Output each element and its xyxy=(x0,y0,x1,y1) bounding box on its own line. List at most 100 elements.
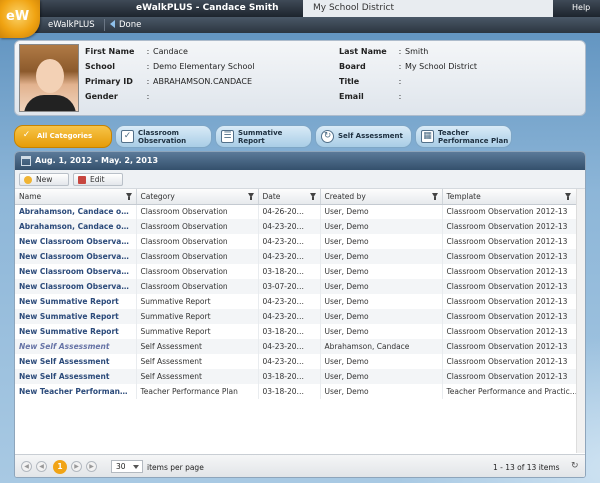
row-date: 04-23-2013 xyxy=(258,249,321,264)
school-label: School xyxy=(85,62,115,71)
table-row[interactable]: New Summative Report Summative Report 04-2… xyxy=(15,294,585,309)
board-field: Board: My School District xyxy=(339,62,478,71)
row-template: Classroom Observation 2012-13 xyxy=(442,309,585,324)
app-logo[interactable]: eW xyxy=(0,0,40,38)
email-field: Email: xyxy=(339,92,402,101)
table-row[interactable]: New Classroom Observation Classroom Obser… xyxy=(15,264,585,279)
tab-self-assessment[interactable]: ↻ Self Assessment xyxy=(315,125,412,148)
row-template: Classroom Observation 2012-13 xyxy=(442,204,585,219)
new-button[interactable]: New xyxy=(19,173,69,186)
grid-toolbar: New Edit xyxy=(15,170,585,189)
row-date: 04-23-2013 xyxy=(258,234,321,249)
row-name-link[interactable]: New Classroom Observation xyxy=(15,234,137,249)
table-row[interactable]: New Classroom Observation Classroom Obser… xyxy=(15,249,585,264)
prev-page-icon[interactable]: ◀ xyxy=(36,461,47,472)
row-name-link[interactable]: New Classroom Observation xyxy=(15,279,137,294)
table-row[interactable]: Abrahamson, Candace on A... Classroom Obs… xyxy=(15,219,585,234)
page-size-select[interactable]: 30 xyxy=(111,460,143,473)
filter-icon[interactable] xyxy=(431,193,438,200)
email-label: Email xyxy=(339,92,364,101)
profile-card: First Name: Candace School: Demo Elementar… xyxy=(14,40,586,116)
row-category: Classroom Observation xyxy=(136,219,259,234)
row-template: Classroom Observation 2012-13 xyxy=(442,279,585,294)
pager: ◀ ◀ 1 ▶ ▶ 30 items per page 1 - 13 of 13… xyxy=(15,454,585,477)
next-page-icon[interactable]: ▶ xyxy=(71,461,82,472)
column-header-date[interactable]: Date xyxy=(258,189,321,205)
date-range-header[interactable]: Aug. 1, 2012 - May. 2, 2013 xyxy=(15,152,585,170)
table-row[interactable]: New Summative Report Summative Report 03-1… xyxy=(15,324,585,339)
current-page[interactable]: 1 xyxy=(53,460,67,474)
row-name-link[interactable]: New Self Assessment xyxy=(15,354,137,369)
row-date: 03-18-2013 xyxy=(258,384,321,399)
title-field: Title: xyxy=(339,77,402,86)
row-date: 03-18-2013 xyxy=(258,324,321,339)
help-link[interactable]: Help xyxy=(572,3,590,12)
row-created-by: User, Demo xyxy=(320,369,443,384)
filter-icon[interactable] xyxy=(309,193,316,200)
row-template: Teacher Performance and Practice ... xyxy=(442,384,585,399)
row-name-link[interactable]: Abrahamson, Candace on A... xyxy=(15,219,137,234)
row-name-link[interactable]: New Summative Report xyxy=(15,309,137,324)
row-name-link[interactable]: New Summative Report xyxy=(15,324,137,339)
tab-summative-report[interactable]: ☰ Summative Report xyxy=(215,125,312,148)
column-header-template[interactable]: Template xyxy=(442,189,585,205)
row-date: 03-18-2013 xyxy=(258,369,321,384)
district-tab[interactable]: My School District xyxy=(303,0,553,17)
row-name-link[interactable]: New Classroom Observation xyxy=(15,249,137,264)
calendar-icon xyxy=(21,156,31,166)
filter-icon[interactable] xyxy=(564,193,571,200)
app-name: eWalkPLUS xyxy=(48,20,95,30)
row-category: Classroom Observation xyxy=(136,279,259,294)
row-name-link[interactable]: New Classroom Observation xyxy=(15,264,137,279)
row-template: Classroom Observation 2012-13 xyxy=(442,294,585,309)
row-category: Classroom Observation xyxy=(136,204,259,219)
row-date: 03-18-2013 xyxy=(258,264,321,279)
row-name-link[interactable]: New Summative Report xyxy=(15,294,137,309)
row-date: 04-23-2013 xyxy=(258,354,321,369)
table-row[interactable]: Abrahamson, Candace on A... Classroom Obs… xyxy=(15,204,585,219)
table-row[interactable]: New Classroom Observation Classroom Obser… xyxy=(15,279,585,294)
cycle-icon: ↻ xyxy=(321,130,334,143)
row-name-link[interactable]: Abrahamson, Candace on A... xyxy=(15,204,137,219)
table-row[interactable]: New Classroom Observation Classroom Obser… xyxy=(15,234,585,249)
table-row[interactable]: New Self Assessment Self Assessment 04-23-… xyxy=(15,354,585,369)
row-created-by: Abrahamson, Candace xyxy=(320,339,443,354)
pager-info: 1 - 13 of 13 items xyxy=(493,463,560,472)
row-name-link[interactable]: New Teacher Performance ... xyxy=(15,384,137,399)
row-category: Self Assessment xyxy=(136,339,259,354)
row-created-by: User, Demo xyxy=(320,234,443,249)
row-template: Classroom Observation 2012-13 xyxy=(442,324,585,339)
tab-classroom-observation[interactable]: ✓ Classroom Observation xyxy=(115,125,212,148)
new-icon xyxy=(24,176,32,184)
first-page-icon[interactable]: ◀ xyxy=(21,461,32,472)
school-value: Demo Elementary School xyxy=(153,62,255,71)
table-scrollbar[interactable] xyxy=(576,189,585,453)
column-header-created-by[interactable]: Created by xyxy=(320,189,443,205)
school-field: School: Demo Elementary School xyxy=(85,62,255,71)
tab-all-categories[interactable]: ✓ All Categories xyxy=(14,125,112,148)
table-row[interactable]: New Teacher Performance ... Teacher Perfo… xyxy=(15,384,585,399)
tab-label: All Categories xyxy=(37,132,93,140)
filter-icon[interactable] xyxy=(125,193,132,200)
row-name-link[interactable]: New Self Assessment xyxy=(15,369,137,384)
row-date: 03-07-2013 xyxy=(258,279,321,294)
gender-label: Gender xyxy=(85,92,118,101)
tab-label: Self Assessment xyxy=(338,132,403,140)
row-category: Classroom Observation xyxy=(136,264,259,279)
table-header-row: Name Category Date Created by Template xyxy=(15,189,585,205)
table-row[interactable]: New Summative Report Summative Report 04-2… xyxy=(15,309,585,324)
row-created-by: User, Demo xyxy=(320,264,443,279)
done-button[interactable]: Done xyxy=(110,20,141,30)
table-row[interactable]: New Self Assessment Self Assessment 04-23-… xyxy=(15,339,585,354)
last-page-icon[interactable]: ▶ xyxy=(86,461,97,472)
gender-field: Gender: xyxy=(85,92,150,101)
table-row[interactable]: New Self Assessment Self Assessment 03-18-… xyxy=(15,369,585,384)
row-name-link[interactable]: New Self Assessment xyxy=(15,339,137,354)
column-header-category[interactable]: Category xyxy=(136,189,259,205)
edit-button[interactable]: Edit xyxy=(73,173,123,186)
filter-icon[interactable] xyxy=(247,193,254,200)
tab-teacher-performance-plan[interactable]: ▦ Teacher Performance Plan xyxy=(415,125,512,148)
refresh-icon[interactable]: ↻ xyxy=(571,461,579,471)
tab-label: Classroom Observation xyxy=(138,129,187,145)
column-header-name[interactable]: Name xyxy=(15,189,137,205)
